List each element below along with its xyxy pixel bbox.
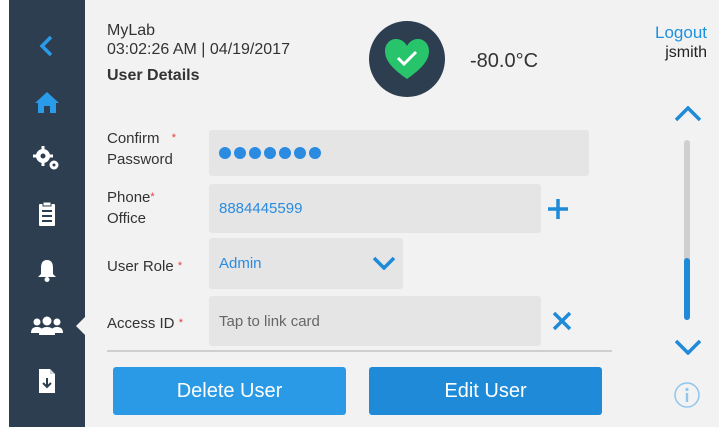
password-dot (249, 147, 261, 159)
sidebar-item-settings[interactable] (9, 134, 85, 182)
back-button[interactable] (9, 22, 85, 70)
username: jsmith (665, 44, 707, 61)
password-dot (309, 147, 321, 159)
user-role-value: Admin (219, 255, 262, 272)
access-id-field[interactable]: Tap to link card (209, 296, 541, 346)
divider (107, 350, 612, 352)
phone-label: Phone* Office (107, 187, 155, 229)
masked-password (219, 147, 321, 159)
bell-icon (38, 260, 56, 282)
scrollbar-thumb[interactable] (684, 258, 690, 320)
password-dot (264, 147, 276, 159)
plus-icon (548, 199, 568, 219)
password-dot (279, 147, 291, 159)
required-marker: * (178, 317, 183, 329)
required-marker: * (177, 260, 183, 272)
delete-user-button[interactable]: Delete User (113, 367, 346, 415)
required-marker: * (150, 191, 155, 203)
info-icon (674, 382, 700, 408)
user-role-label: User Role * (107, 256, 182, 277)
password-dot (294, 147, 306, 159)
phone-label-line1: Phone (107, 189, 151, 206)
status-indicator (369, 21, 445, 97)
chevron-down-icon (372, 256, 396, 270)
close-icon (552, 311, 572, 331)
confirm-password-label-line1: Confirm (107, 130, 160, 147)
phone-label-line2: Office (107, 210, 146, 227)
chevron-down-icon (674, 339, 702, 355)
info-button[interactable] (672, 380, 702, 410)
scroll-up-button[interactable] (673, 104, 703, 124)
user-role-dropdown-toggle[interactable] (371, 252, 397, 274)
timestamp: 03:02:26 AM | 04/19/2017 (107, 41, 290, 58)
clipboard-icon (39, 201, 55, 226)
sidebar-item-home[interactable] (9, 78, 85, 126)
sidebar-item-alarms[interactable] (9, 246, 85, 294)
clear-access-id-button[interactable] (549, 308, 575, 334)
password-dot (234, 147, 246, 159)
add-phone-button[interactable] (545, 196, 571, 222)
password-dot (219, 147, 231, 159)
access-id-label-text: Access ID (107, 315, 175, 332)
chevron-up-icon (674, 106, 702, 122)
logout-link[interactable]: Logout (655, 23, 707, 43)
app-name: MyLab (107, 22, 156, 39)
user-role-label-text: User Role (107, 258, 174, 275)
edit-user-button[interactable]: Edit User (369, 367, 602, 415)
users-icon (31, 316, 63, 335)
settings-icon (33, 146, 59, 170)
sidebar (9, 0, 86, 427)
scroll-down-button[interactable] (673, 337, 703, 357)
sidebar-item-users[interactable] (9, 302, 86, 350)
sidebar-item-export[interactable] (9, 357, 85, 405)
required-marker: * (171, 132, 176, 144)
export-document-icon (39, 369, 55, 393)
back-icon (39, 35, 53, 57)
sidebar-item-clipboard[interactable] (9, 190, 85, 238)
phone-field[interactable]: 8884445599 (209, 184, 541, 233)
temperature-readout: -80.0°C (470, 50, 539, 72)
heart-check-icon (385, 39, 429, 79)
home-icon (35, 92, 59, 113)
confirm-password-field[interactable] (209, 130, 589, 176)
confirm-password-label: Confirm * Password (107, 128, 176, 170)
page-title: User Details (107, 67, 200, 84)
access-id-label: Access ID * (107, 313, 183, 334)
confirm-password-label-line2: Password (107, 151, 173, 168)
